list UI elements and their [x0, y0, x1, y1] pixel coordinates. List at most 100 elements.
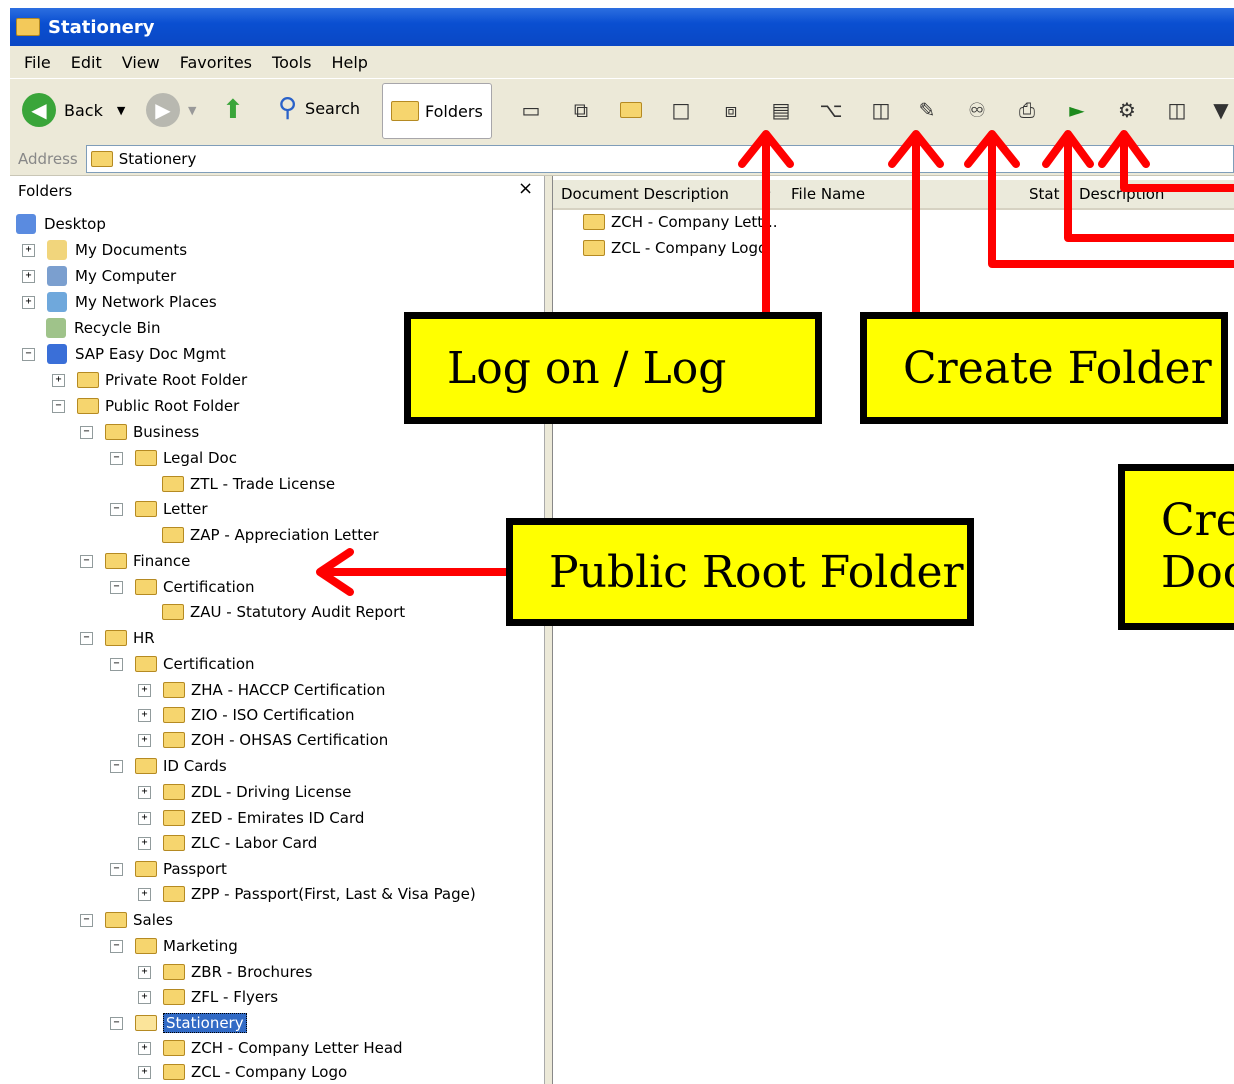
tree-item-zio[interactable]: + ZIO - ISO Certification — [138, 703, 355, 727]
column-header-document-description[interactable]: Document Description ⌃ — [553, 180, 784, 210]
menu-help[interactable]: Help — [331, 53, 367, 72]
search-button[interactable]: ⚲ Search — [278, 93, 360, 123]
column-header-description[interactable]: Description — [1071, 180, 1234, 210]
tree-item-sales[interactable]: − Sales — [80, 908, 173, 932]
column-label: Description — [1079, 185, 1165, 203]
column-header-file-name[interactable]: File Name — [783, 180, 1022, 210]
menu-file[interactable]: File — [24, 53, 51, 72]
tree-item-zfl[interactable]: + ZFL - Flyers — [138, 985, 278, 1009]
tool-folder-icon[interactable] — [618, 97, 644, 123]
tree-item-recycle-bin[interactable]: Recycle Bin — [46, 316, 160, 340]
folder-icon — [163, 682, 185, 698]
tree-item-private-root[interactable]: + Private Root Folder — [52, 368, 247, 392]
tree-item-finance-certification[interactable]: − Certification — [110, 575, 255, 599]
tree-label: My Documents — [75, 241, 188, 259]
tool-logon-icon[interactable]: ▤ — [768, 97, 794, 123]
tree-item-zha[interactable]: + ZHA - HACCP Certification — [138, 678, 385, 702]
tool-create-folder-icon[interactable]: ✎ — [914, 97, 940, 123]
tree-item-hr-certification[interactable]: − Certification — [110, 652, 255, 676]
tree-item-my-computer[interactable]: + My Computer — [22, 264, 176, 288]
search-icon: ⚲ — [278, 93, 298, 123]
back-button[interactable]: ◀ Back ▼ — [22, 93, 125, 127]
collapse-icon: − — [80, 425, 93, 439]
tree-item-zau[interactable]: ZAU - Statutory Audit Report — [162, 600, 405, 624]
tool-find-icon[interactable]: ⌥ — [818, 97, 844, 123]
tool-tag-icon[interactable]: ▭ — [518, 97, 544, 123]
menu-bar: File Edit View Favorites Tools Help — [10, 46, 1234, 78]
tree-item-my-documents[interactable]: + My Documents — [22, 238, 187, 262]
tool-columns-icon[interactable]: ◫ — [1164, 97, 1190, 123]
tree-item-zcl[interactable]: + ZCL - Company Logo — [138, 1060, 347, 1084]
tree-item-zoh[interactable]: + ZOH - OHSAS Certification — [138, 728, 388, 752]
tree-item-hr[interactable]: − HR — [80, 626, 155, 650]
tree-label: Marketing — [163, 937, 238, 955]
menu-favorites[interactable]: Favorites — [180, 53, 252, 72]
menu-edit[interactable]: Edit — [71, 53, 102, 72]
folder-icon — [135, 861, 157, 877]
tree-item-ztl[interactable]: ZTL - Trade License — [162, 472, 335, 496]
tool-checkin-icon[interactable]: ⎙ — [1014, 97, 1040, 123]
tool-filter-icon[interactable]: ▼ — [1208, 97, 1234, 123]
folder-icon — [105, 553, 127, 569]
menu-tools[interactable]: Tools — [272, 53, 311, 72]
tree-label: ZAU - Statutory Audit Report — [190, 603, 406, 621]
collapse-icon: − — [80, 631, 93, 645]
tree-item-marketing[interactable]: − Marketing — [110, 934, 238, 958]
tree-item-zlc[interactable]: + ZLC - Labor Card — [138, 831, 317, 855]
folder-icon — [163, 1064, 185, 1080]
tree-item-my-network[interactable]: + My Network Places — [22, 290, 217, 314]
folders-button[interactable]: Folders — [382, 83, 492, 139]
collapse-icon: − — [52, 399, 65, 413]
forward-button[interactable]: ▶ ▼ — [146, 93, 196, 127]
tree-item-finance[interactable]: − Finance — [80, 549, 190, 573]
collapse-icon: − — [80, 913, 93, 927]
tree-label: Desktop — [44, 215, 106, 233]
tool-copy-to-icon[interactable]: ⧉ — [568, 97, 594, 123]
folders-pane-header: Folders × — [10, 176, 544, 206]
tree-label-selected: Stationery — [163, 1013, 247, 1033]
tree-item-zch[interactable]: + ZCH - Company Letter Head — [138, 1036, 403, 1060]
expand-icon: + — [138, 683, 151, 697]
window-title-bar[interactable]: Stationery — [10, 8, 1234, 46]
column-header-status[interactable]: Stat — [1021, 180, 1072, 210]
expand-icon: + — [138, 990, 151, 1004]
expand-icon: + — [22, 295, 35, 309]
list-item[interactable]: ZCH - Company Lett... — [583, 210, 778, 234]
tree-item-zbr[interactable]: + ZBR - Brochures — [138, 960, 312, 984]
tree-item-business[interactable]: − Business — [80, 420, 199, 444]
callout-logon: Log on / Log — [404, 312, 822, 424]
list-item[interactable]: ZCL - Company Logo — [583, 236, 767, 260]
tree-item-letter[interactable]: − Letter — [110, 497, 207, 521]
computer-icon — [47, 266, 67, 286]
collapse-icon: − — [110, 451, 123, 465]
tool-checkout-icon[interactable]: ► — [1064, 97, 1090, 123]
folder-icon — [163, 732, 185, 748]
tree-item-sap[interactable]: − SAP Easy Doc Mgmt — [22, 342, 226, 366]
tree-item-zed[interactable]: + ZED - Emirates ID Card — [138, 806, 364, 830]
address-value: Stationery — [118, 150, 197, 168]
tree-item-zap[interactable]: ZAP - Appreciation Letter — [162, 523, 379, 547]
tree-item-legal-doc[interactable]: − Legal Doc — [110, 446, 237, 470]
tool-delete-icon[interactable]: ◫ — [868, 97, 894, 123]
tree-label: Recycle Bin — [74, 319, 161, 337]
list-item-label: ZCL - Company Logo — [611, 239, 768, 257]
tool-copy-icon[interactable]: ⧈ — [718, 97, 744, 123]
tool-link-icon[interactable]: ♾ — [964, 97, 990, 123]
address-field[interactable]: Stationery — [85, 145, 1234, 173]
tree-item-zpp[interactable]: + ZPP - Passport(First, Last & Visa Page… — [138, 882, 476, 906]
tree-item-id-cards[interactable]: − ID Cards — [110, 754, 227, 778]
folder-icon — [135, 450, 157, 466]
tree-item-stationery[interactable]: − Stationery — [110, 1011, 247, 1035]
tool-new-document-icon[interactable]: □ — [668, 97, 694, 123]
expand-icon: + — [138, 708, 151, 722]
tree-label: ZCL - Company Logo — [191, 1063, 348, 1081]
tree-item-zdl[interactable]: + ZDL - Driving License — [138, 780, 351, 804]
close-icon[interactable]: × — [518, 178, 533, 199]
tree-item-passport[interactable]: − Passport — [110, 857, 227, 881]
menu-view[interactable]: View — [122, 53, 160, 72]
tool-properties-icon[interactable]: ⚙ — [1114, 97, 1140, 123]
back-label: Back — [64, 100, 103, 120]
tree-item-public-root[interactable]: − Public Root Folder — [52, 394, 239, 418]
tree-item-desktop[interactable]: Desktop — [16, 212, 106, 236]
up-button[interactable]: ⬆ — [222, 95, 244, 125]
